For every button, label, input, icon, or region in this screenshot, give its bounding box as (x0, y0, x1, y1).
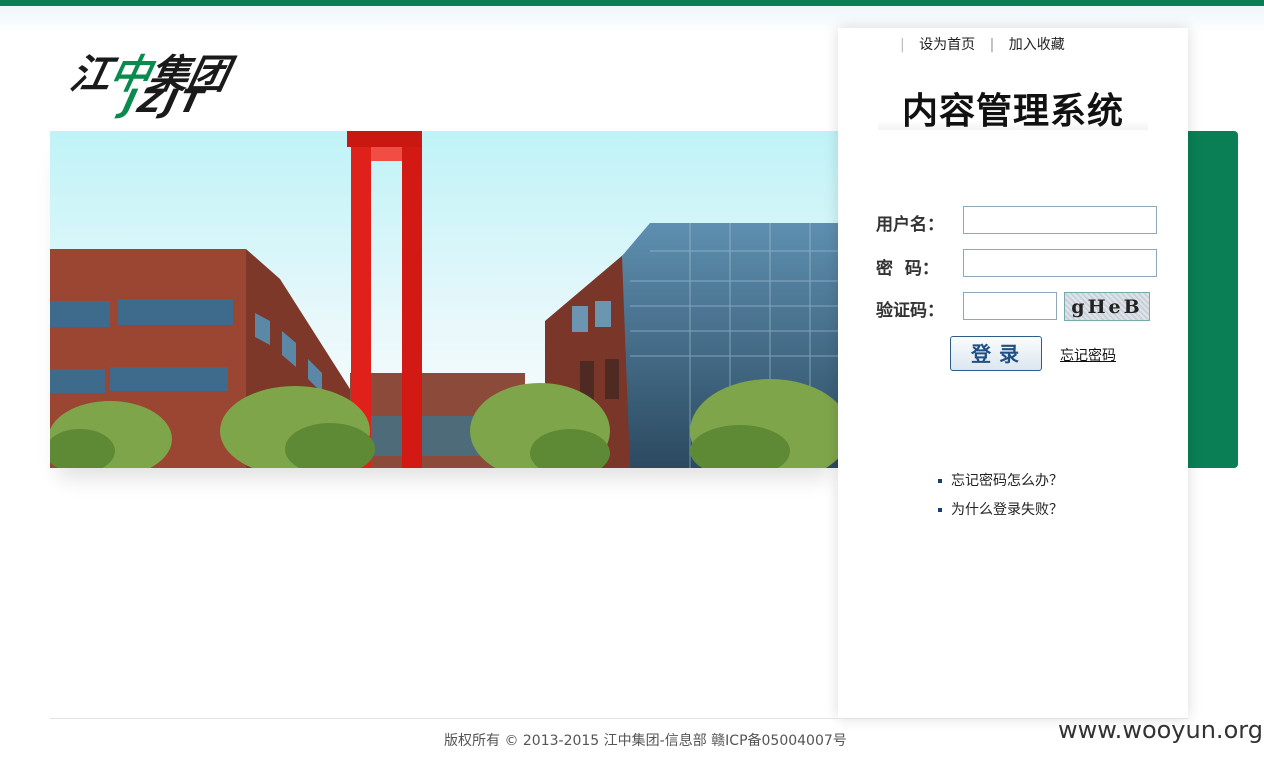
company-logo: 江中集团 JZJT (66, 42, 282, 122)
add-favorite-link[interactable]: 加入收藏 (1009, 37, 1065, 53)
system-title: 内容管理系统 (878, 82, 1148, 132)
password-label: 密 码： (876, 259, 939, 279)
username-input[interactable] (963, 206, 1157, 234)
green-side-strip (1188, 131, 1238, 468)
login-panel: | 设为首页 | 加入收藏 内容管理系统 用户名： 密 码： 验证码： gHeB… (838, 28, 1188, 718)
help-item[interactable]: 忘记密码怎么办？ (938, 470, 1063, 490)
login-button[interactable]: 登录 (950, 336, 1042, 371)
campus-banner-image (50, 131, 839, 468)
bullet-icon (938, 479, 942, 483)
footer-divider (50, 718, 1188, 719)
link-divider: | (900, 37, 905, 53)
help-item-label[interactable]: 忘记密码怎么办？ (951, 473, 1063, 489)
help-item-label[interactable]: 为什么登录失败？ (951, 502, 1063, 518)
forgot-password-link[interactable]: 忘记密码 (1060, 345, 1116, 365)
footer-copyright: 版权所有 © 2013-2015 江中集团-信息部 赣ICP备05004007号 (444, 733, 847, 749)
watermark-text: www.wooyun.org (1058, 716, 1263, 744)
logo-english: JZJT (119, 82, 210, 120)
header-links: | 设为首页 | 加入收藏 (900, 34, 1065, 54)
username-label: 用户名： (876, 215, 944, 235)
help-list: 忘记密码怎么办？ 为什么登录失败？ (938, 470, 1063, 528)
captcha-label: 验证码： (876, 301, 944, 321)
password-input[interactable] (963, 249, 1157, 277)
bullet-icon (938, 508, 942, 512)
help-item[interactable]: 为什么登录失败？ (938, 499, 1063, 519)
link-divider: | (989, 37, 995, 53)
captcha-input[interactable] (963, 292, 1057, 320)
set-homepage-link[interactable]: 设为首页 (919, 37, 975, 53)
captcha-image[interactable]: gHeB (1064, 292, 1150, 321)
